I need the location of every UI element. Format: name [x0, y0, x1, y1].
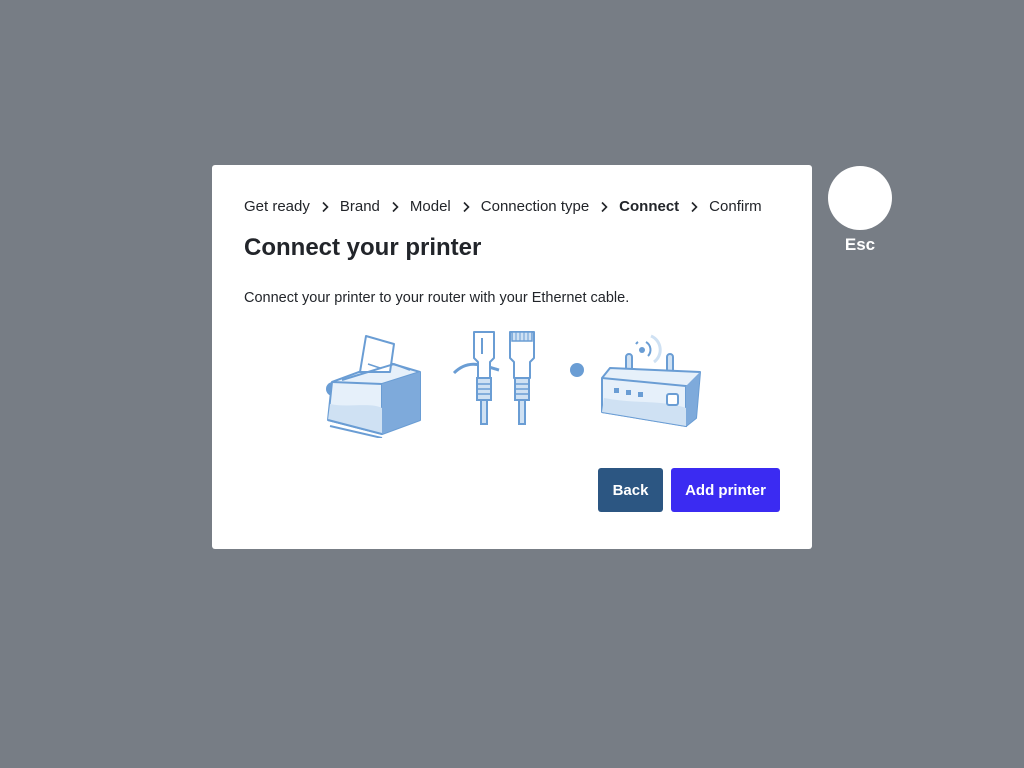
- back-button[interactable]: Back: [598, 468, 663, 512]
- printer-ethernet-router-illustration: [324, 328, 704, 439]
- esc-label: Esc: [844, 235, 876, 254]
- dialog-title: Connect your printer: [244, 234, 482, 261]
- router-icon: [601, 334, 701, 428]
- close-circle-icon[interactable]: [828, 166, 892, 230]
- ethernet-plug-right-icon: [509, 331, 535, 425]
- chevron-right-icon: [589, 197, 619, 217]
- breadcrumb-item-brand[interactable]: Brand: [340, 197, 380, 217]
- ethernet-plug-left-icon: [473, 331, 495, 425]
- dialog-description: Connect your printer to your router with…: [244, 290, 630, 306]
- breadcrumb-item-connect: Connect: [619, 198, 680, 215]
- chevron-right-icon: [679, 197, 709, 217]
- esc-close-control[interactable]: Esc: [828, 166, 892, 255]
- connect-printer-dialog: Get ready Brand Model Connection type Co…: [212, 165, 812, 549]
- add-printer-button[interactable]: Add printer: [671, 468, 780, 512]
- breadcrumb-item-confirm: Confirm: [709, 198, 762, 215]
- breadcrumb: Get ready Brand Model Connection type Co…: [244, 197, 762, 217]
- breadcrumb-item-model[interactable]: Model: [410, 197, 451, 217]
- printer-icon: [327, 335, 421, 439]
- chevron-right-icon: [380, 197, 410, 217]
- breadcrumb-item-get-ready[interactable]: Get ready: [244, 197, 310, 217]
- breadcrumb-item-connection-type[interactable]: Connection type: [481, 197, 589, 217]
- chevron-right-icon: [310, 197, 340, 217]
- chevron-right-icon: [451, 197, 481, 217]
